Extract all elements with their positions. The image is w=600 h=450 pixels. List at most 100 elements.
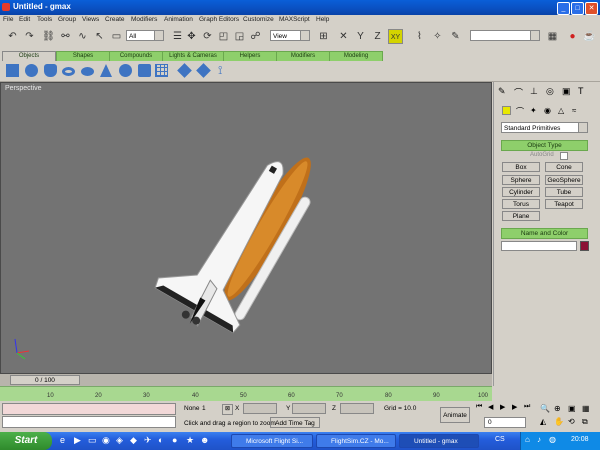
- perspective-viewport[interactable]: Perspective: [0, 82, 492, 374]
- quick-launch-icon-5[interactable]: ◈: [116, 435, 123, 446]
- quick-launch-icon-10[interactable]: ★: [186, 435, 194, 446]
- maximize-button[interactable]: □: [571, 2, 584, 15]
- media-player-icon[interactable]: ▶: [74, 435, 81, 446]
- taskbar-item-flightsim-cz[interactable]: FlightSim.CZ - Mo...: [316, 434, 396, 448]
- restrict-x-icon[interactable]: ✕: [336, 29, 351, 44]
- quick-launch-icon-9[interactable]: ●: [172, 435, 177, 445]
- primitive-category-dropdown[interactable]: Standard Primitives: [501, 122, 588, 133]
- display-tab-icon[interactable]: ▣: [562, 86, 571, 97]
- zoom-extents-icon[interactable]: ▣: [568, 404, 576, 413]
- teapot-primitive-icon[interactable]: [81, 67, 94, 76]
- name-and-color-rollout[interactable]: Name and Color: [501, 228, 588, 239]
- quick-launch-icon-4[interactable]: ◉: [102, 435, 110, 446]
- y-coordinate-field[interactable]: [292, 403, 326, 414]
- menu-group[interactable]: Group: [58, 16, 76, 23]
- quick-launch-icon-11[interactable]: ☻: [200, 435, 209, 445]
- tray-volume-icon[interactable]: ♪: [537, 435, 541, 444]
- maximize-viewport-icon[interactable]: ⧉: [582, 417, 588, 427]
- modify-tab-icon[interactable]: ⌒: [514, 86, 523, 99]
- minimize-button[interactable]: _: [557, 2, 570, 15]
- quick-launch-icon-6[interactable]: ◆: [130, 435, 137, 446]
- material-editor-icon[interactable]: ▦: [545, 29, 560, 44]
- start-button[interactable]: Start: [0, 432, 52, 450]
- named-selection-icon[interactable]: ✎: [448, 29, 463, 44]
- tray-network-icon[interactable]: ⌂: [525, 435, 530, 444]
- chamfer-box-primitive-icon[interactable]: [196, 63, 211, 78]
- reference-coordinate-dropdown[interactable]: View: [270, 30, 310, 41]
- close-button[interactable]: ✕: [585, 2, 598, 15]
- next-frame-icon[interactable]: ▶: [512, 403, 517, 411]
- play-icon[interactable]: ▶: [500, 403, 505, 411]
- select-link-icon[interactable]: ⛓: [41, 29, 56, 44]
- taskbar-item-gmax[interactable]: Untitled - gmax: [399, 434, 479, 448]
- geosphere-primitive-icon[interactable]: [119, 64, 132, 77]
- plane-primitive-icon[interactable]: [155, 64, 168, 77]
- box-button[interactable]: Box: [502, 162, 540, 172]
- select-and-rotate-icon[interactable]: ⟳: [200, 29, 215, 44]
- maxscript-input[interactable]: [2, 416, 176, 428]
- cylinder-button[interactable]: Cylinder: [502, 187, 540, 197]
- selection-filter-dropdown[interactable]: All: [126, 30, 164, 41]
- named-selection-set-dropdown[interactable]: [470, 30, 540, 41]
- render-icon[interactable]: ●: [565, 29, 580, 44]
- track-bar[interactable]: 10 20 30 40 50 60 70 80 90 100: [0, 386, 492, 402]
- animate-button[interactable]: Animate: [440, 407, 470, 423]
- sphere-primitive-icon[interactable]: [25, 64, 38, 77]
- go-to-start-icon[interactable]: ⏮: [476, 403, 482, 411]
- shapes-icon[interactable]: ⌒: [516, 106, 524, 117]
- manipulate-icon[interactable]: ☍: [248, 29, 263, 44]
- quick-render-icon[interactable]: ☕: [582, 29, 597, 44]
- bind-spacewarp-icon[interactable]: ∿: [75, 29, 90, 44]
- current-frame-field[interactable]: 0: [484, 417, 526, 428]
- time-slider-thumb[interactable]: 0 / 100: [10, 375, 80, 385]
- menu-create[interactable]: Create: [105, 16, 125, 23]
- go-to-end-icon[interactable]: ⏭: [524, 403, 530, 411]
- z-coordinate-field[interactable]: [340, 403, 374, 414]
- menu-file[interactable]: File: [3, 16, 13, 23]
- autogrid-checkbox[interactable]: [560, 152, 568, 160]
- restrict-y-icon[interactable]: Y: [353, 29, 368, 44]
- lights-icon[interactable]: ✦: [530, 106, 537, 115]
- unlink-icon[interactable]: ⚯: [58, 29, 73, 44]
- pivot-center-icon[interactable]: ⊞: [316, 29, 331, 44]
- show-desktop-icon[interactable]: ▭: [88, 435, 97, 446]
- restrict-z-icon[interactable]: Z: [370, 29, 385, 44]
- menu-tools[interactable]: Tools: [37, 16, 52, 23]
- tube-primitive-icon[interactable]: [138, 64, 151, 77]
- select-and-squash-icon[interactable]: ◲: [232, 29, 247, 44]
- select-object-icon[interactable]: ↖: [92, 29, 107, 44]
- x-coordinate-field[interactable]: [243, 403, 277, 414]
- cone-primitive-icon[interactable]: [100, 64, 112, 77]
- cameras-icon[interactable]: ◉: [544, 106, 551, 115]
- select-and-move-icon[interactable]: ✥: [184, 29, 199, 44]
- taskbar-item-flight-simulator[interactable]: Microsoft Flight Si...: [231, 434, 313, 448]
- menu-animation[interactable]: Animation: [164, 16, 193, 23]
- select-region-icon[interactable]: ▭: [109, 29, 124, 44]
- utilities-tab-icon[interactable]: T: [578, 86, 584, 96]
- menu-maxscript[interactable]: MAXScript: [279, 16, 310, 23]
- motion-tab-icon[interactable]: ◎: [546, 86, 554, 97]
- zoom-all-icon[interactable]: ⊕: [554, 404, 561, 413]
- lock-selection-icon[interactable]: ⊠: [222, 404, 233, 415]
- select-and-scale-icon[interactable]: ◰: [216, 29, 231, 44]
- helpers-icon[interactable]: △: [558, 106, 564, 115]
- menu-graph-editors[interactable]: Graph Editors: [199, 16, 239, 23]
- undo-icon[interactable]: ↶: [5, 29, 20, 44]
- maxscript-listener-mini[interactable]: [2, 403, 176, 415]
- quick-launch-icon-7[interactable]: ✈: [144, 435, 152, 446]
- box-primitive-icon[interactable]: [6, 64, 19, 77]
- previous-frame-icon[interactable]: ◀: [488, 403, 493, 411]
- menu-help[interactable]: Help: [316, 16, 329, 23]
- tray-app-icon[interactable]: ◍: [549, 435, 556, 444]
- menu-customize[interactable]: Customize: [243, 16, 274, 23]
- hierarchy-tab-icon[interactable]: ⊥: [530, 86, 538, 97]
- restrict-plane-xy-button[interactable]: XY: [388, 29, 403, 44]
- zoom-extents-all-icon[interactable]: ▦: [582, 404, 590, 413]
- mirror-icon[interactable]: ⌇: [412, 29, 427, 44]
- pan-icon[interactable]: ✋: [554, 417, 564, 426]
- cylinder-primitive-icon[interactable]: [44, 64, 57, 77]
- plane-button[interactable]: Plane: [502, 211, 540, 221]
- spline-icon[interactable]: ⟟: [218, 64, 231, 77]
- torus-primitive-icon[interactable]: [62, 67, 75, 76]
- menu-modifiers[interactable]: Modifiers: [131, 16, 157, 23]
